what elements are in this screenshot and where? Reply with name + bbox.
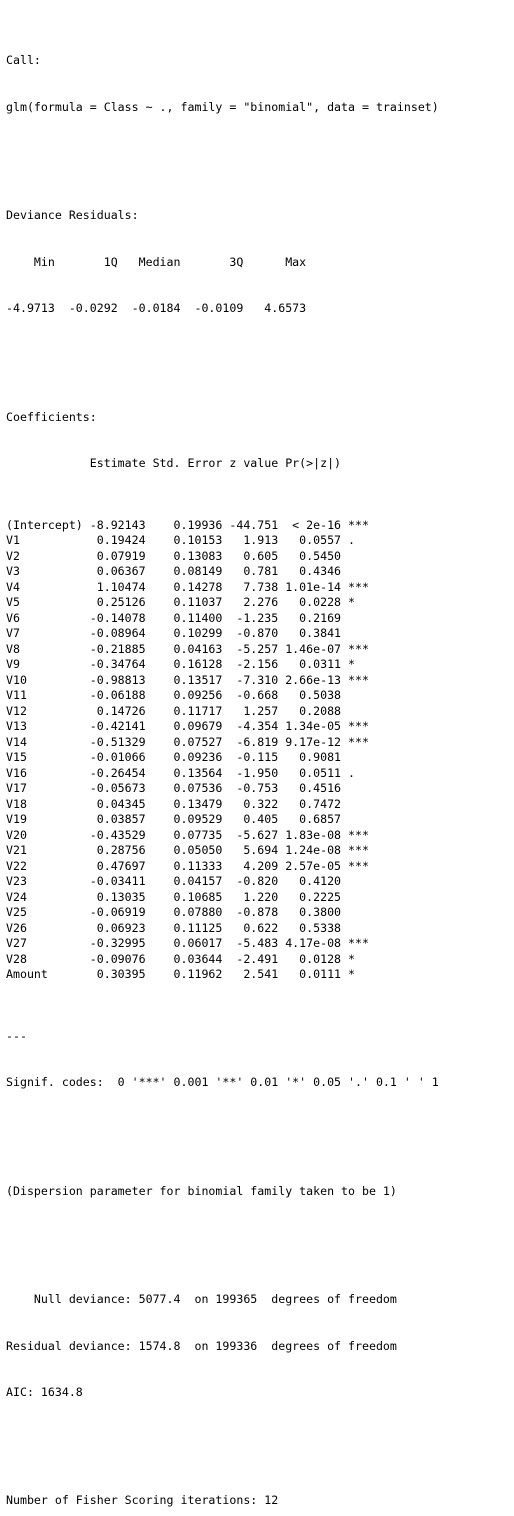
deviance-residuals-label: Deviance Residuals: (6, 208, 139, 223)
coefficients-separator: --- (6, 1028, 27, 1043)
call-expression: glm(formula = Class ~ ., family = "binom… (6, 99, 439, 114)
coefficient-row: V13 -0.42141 0.09679 -4.354 1.34e-05 *** (6, 719, 369, 734)
coefficient-row: V28 -0.09076 0.03644 -2.491 0.0128 * (6, 951, 369, 966)
coefficient-row: V9 -0.34764 0.16128 -2.156 0.0311 * (6, 657, 369, 672)
coefficient-row: V10 -0.98813 0.13517 -7.310 2.66e-13 *** (6, 672, 369, 687)
signif-codes-legend: Signif. codes: 0 '***' 0.001 '**' 0.01 '… (6, 1075, 439, 1090)
coefficient-row: (Intercept) -8.92143 0.19936 -44.751 < 2… (6, 517, 369, 532)
coefficient-row: V27 -0.32995 0.06017 -5.483 4.17e-08 *** (6, 936, 369, 951)
coefficient-row: V25 -0.06919 0.07880 -0.878 0.3800 (6, 905, 369, 920)
dispersion-parameter-line: (Dispersion parameter for binomial famil… (6, 1183, 397, 1198)
coefficient-row: V26 0.06923 0.11125 0.622 0.5338 (6, 920, 369, 935)
coefficient-row: V20 -0.43529 0.07735 -5.627 1.83e-08 *** (6, 827, 369, 842)
coefficient-row: V17 -0.05673 0.07536 -0.753 0.4516 (6, 781, 369, 796)
call-label: Call: (6, 53, 41, 68)
coefficient-row: V7 -0.08964 0.10299 -0.870 0.3841 (6, 626, 369, 641)
coefficient-row: V4 1.10474 0.14278 7.738 1.01e-14 *** (6, 579, 369, 594)
null-deviance-line: Null deviance: 5077.4 on 199365 degrees … (6, 1292, 397, 1307)
fisher-iterations-line: Number of Fisher Scoring iterations: 12 (6, 1493, 279, 1508)
coefficients-table: (Intercept) -8.92143 0.19936 -44.751 < 2… (6, 518, 514, 983)
residual-deviance-line: Residual deviance: 1574.8 on 199336 degr… (6, 1338, 397, 1353)
coefficient-row: V6 -0.14078 0.11400 -1.235 0.2169 (6, 610, 369, 625)
aic-line: AIC: 1634.8 (6, 1385, 83, 1400)
coefficient-row: V18 0.04345 0.13479 0.322 0.7472 (6, 796, 369, 811)
coefficients-label: Coefficients: (6, 409, 97, 424)
deviance-residuals-values: -4.9713 -0.0292 -0.0184 -0.0109 4.6573 (6, 301, 321, 316)
coefficient-row: V11 -0.06188 0.09256 -0.668 0.5038 (6, 688, 369, 703)
coefficient-row: V16 -0.26454 0.13564 -1.950 0.0511 . (6, 765, 369, 780)
coefficient-row: Amount 0.30395 0.11962 2.541 0.0111 * (6, 967, 369, 981)
coefficients-header: Estimate Std. Error z value Pr(>|z|) (6, 456, 369, 471)
coefficient-row: V5 0.25126 0.11037 2.276 0.0228 * (6, 595, 369, 610)
coefficient-row: V19 0.03857 0.09529 0.405 0.6857 (6, 812, 369, 827)
coefficient-row: V3 0.06367 0.08149 0.781 0.4346 (6, 564, 369, 579)
coefficient-row: V14 -0.51329 0.07527 -6.819 9.17e-12 *** (6, 734, 369, 749)
r-console-output: Call: glm(formula = Class ~ ., family = … (0, 0, 514, 1516)
coefficient-row: V21 0.28756 0.05050 5.694 1.24e-08 *** (6, 843, 369, 858)
coefficient-row: V22 0.47697 0.11333 4.209 2.57e-05 *** (6, 858, 369, 873)
coefficient-row: V2 0.07919 0.13083 0.605 0.5450 (6, 548, 369, 563)
coefficient-row: V24 0.13035 0.10685 1.220 0.2225 (6, 889, 369, 904)
coefficient-row: V1 0.19424 0.10153 1.913 0.0557 . (6, 533, 369, 548)
coefficient-row: V12 0.14726 0.11717 1.257 0.2088 (6, 703, 369, 718)
coefficient-row: V23 -0.03411 0.04157 -0.820 0.4120 (6, 874, 369, 889)
coefficient-row: V8 -0.21885 0.04163 -5.257 1.46e-07 *** (6, 641, 369, 656)
deviance-residuals-header: Min 1Q Median 3Q Max (6, 254, 321, 269)
